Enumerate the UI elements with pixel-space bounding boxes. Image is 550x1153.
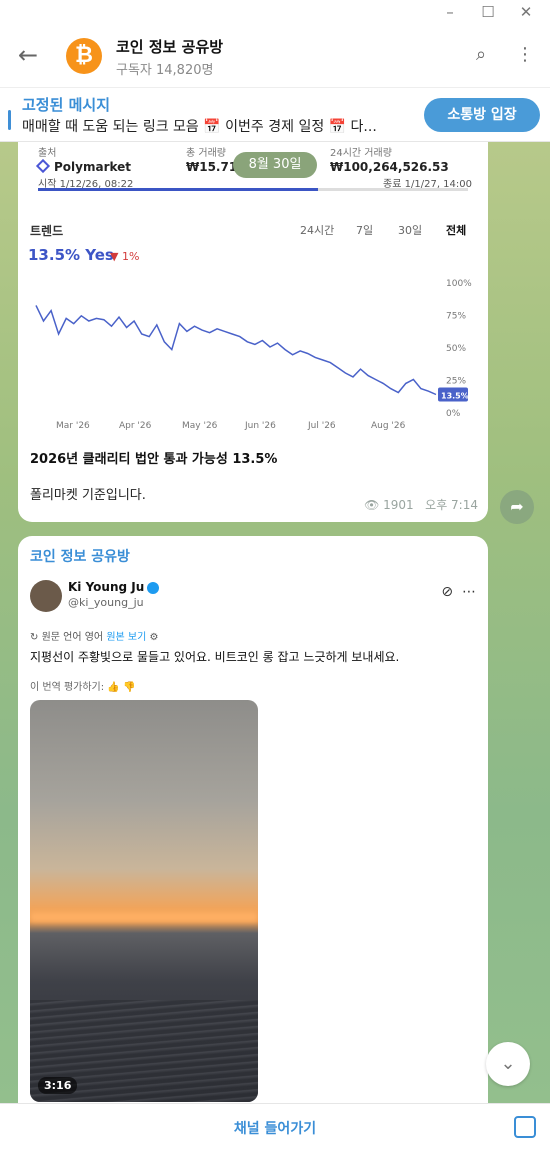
- pinned-message-bar[interactable]: 고정된 메시지 매매할 때 도움 되는 링크 모음 📅 이번주 경제 일정 📅 …: [0, 88, 550, 142]
- x-tick-label: May '26: [182, 421, 218, 431]
- x-tick-label: Aug '26: [371, 421, 406, 431]
- market-progress-bar: [38, 188, 468, 191]
- tweet-text: 지평선이 주황빛으로 물들고 있어요. 비트코인 롱 잡고 느긋하게 보내세요.: [30, 650, 400, 664]
- x-tick-label: Jun '26: [244, 421, 276, 431]
- window-chrome: – ☐ ✕: [0, 0, 550, 26]
- verified-icon: [147, 581, 160, 594]
- translate-label: 원문 언어 영어: [41, 632, 104, 643]
- date-pill: 8월 30일: [233, 152, 317, 178]
- bitcoin-icon[interactable]: ₿: [66, 38, 102, 74]
- chevron-down-icon[interactable]: ⌄: [486, 1042, 530, 1086]
- x-tick-label: Apr '26: [119, 421, 152, 431]
- y-tick-label: 75%: [446, 312, 466, 322]
- close-icon[interactable]: ✕: [516, 2, 536, 22]
- chat-area[interactable]: 출처 Polymarket 총 거래량 ₩15.71B 24시간 거래량 ₩10…: [0, 142, 550, 1103]
- arrow-left-icon[interactable]: ←: [18, 42, 38, 68]
- message-body: 폴리마켓 기준입니다.: [30, 488, 146, 503]
- line-chart: 100% 75% 50% 25% 0% Mar '26 Apr '26 May '26 Jun …: [35, 279, 472, 431]
- message-meta: 👁 1901 오후 7:14: [364, 496, 478, 513]
- pinned-title: 고정된 메시지: [22, 96, 111, 114]
- volume-24h-label: 24시간 거래량: [330, 148, 392, 159]
- gift-icon[interactable]: [514, 1116, 536, 1138]
- odds-value: 13.5% Yes: [28, 246, 114, 264]
- y-tick-label: 0%: [446, 409, 461, 419]
- volume-label: 총 거래량: [186, 148, 226, 159]
- pinned-text: 매매할 때 도움 되는 링크 모음 📅 이번주 경제 일정 📅 다...: [22, 119, 377, 135]
- source-label: 출처: [38, 148, 57, 159]
- y-tick-label: 100%: [446, 279, 472, 289]
- sunset-glow: [30, 912, 258, 922]
- video-duration: 3:16: [38, 1077, 78, 1094]
- source-value: Polymarket: [35, 158, 132, 174]
- join-channel-button[interactable]: 채널 들어가기: [0, 1118, 550, 1138]
- thumbs-up-icon[interactable]: 👍: [107, 682, 119, 693]
- views-count: 1901: [383, 498, 414, 512]
- author-name[interactable]: Ki Young Ju: [68, 580, 160, 594]
- tab-7d[interactable]: 7일: [356, 222, 373, 238]
- tab-24h[interactable]: 24시간: [300, 222, 334, 238]
- translate-icon: ↻: [30, 632, 39, 643]
- minimize-icon[interactable]: –: [440, 2, 460, 22]
- tweet-actions: ⊘ ⋯: [441, 584, 476, 600]
- join-chat-button[interactable]: 소통방 입장: [424, 98, 540, 132]
- odds-change: ▼ 1%: [110, 250, 140, 263]
- subscriber-count: 구독자 14,820명: [116, 63, 214, 78]
- channel-name[interactable]: 코인 정보 공유방: [30, 546, 130, 566]
- volume-24h-value: ₩100,264,526.53: [330, 160, 449, 174]
- avatar[interactable]: [30, 580, 62, 612]
- y-tick-label: 25%: [446, 377, 466, 387]
- more-horizontal-icon[interactable]: ⋯: [462, 584, 476, 600]
- rate-translation: 이 번역 평가하기: 👍 👎: [30, 678, 135, 693]
- page-title[interactable]: 코인 정보 공유방: [116, 36, 223, 57]
- rate-label: 이 번역 평가하기:: [30, 682, 105, 693]
- share-icon[interactable]: ➦: [500, 490, 534, 524]
- trend-label: 트렌드: [30, 224, 64, 238]
- pinned-indicator: [8, 110, 11, 130]
- x-tick-label: Mar '26: [56, 421, 90, 431]
- source-name: Polymarket: [54, 160, 132, 174]
- bottom-bar: 채널 들어가기: [0, 1103, 550, 1153]
- gear-icon[interactable]: ⚙: [150, 632, 159, 643]
- y-tick-label: 50%: [446, 344, 466, 354]
- search-icon[interactable]: ⌕: [476, 44, 486, 65]
- more-vertical-icon[interactable]: ⋮: [516, 44, 534, 65]
- tab-all[interactable]: 전체: [446, 222, 466, 238]
- last-value-label: 13.5%: [441, 391, 469, 400]
- market-progress-fill: [38, 188, 318, 191]
- grok-icon[interactable]: ⊘: [441, 584, 453, 600]
- series-line: [35, 305, 437, 396]
- message-title: 2026년 클래리티 법안 통과 가능성 13.5%: [30, 452, 278, 467]
- views-icon: 👁: [364, 498, 380, 512]
- author-name-text: Ki Young Ju: [68, 580, 145, 594]
- view-original-link[interactable]: 원본 보기: [106, 632, 146, 643]
- message-time: 오후 7:14: [425, 498, 478, 512]
- tab-30d[interactable]: 30일: [398, 222, 422, 238]
- translate-line: ↻ 원문 언어 영어 원본 보기 ⚙: [30, 628, 158, 643]
- polymarket-icon: [35, 158, 51, 174]
- chat-header: ← ₿ 코인 정보 공유방 구독자 14,820명 ⌕ ⋮: [0, 26, 550, 88]
- video-thumbnail[interactable]: 3:16: [30, 700, 258, 1102]
- author-handle[interactable]: @ki_young_ju: [68, 596, 144, 609]
- message-bubble[interactable]: 코인 정보 공유방 Ki Young Ju @ki_young_ju ⊘ ⋯ ↻…: [18, 536, 488, 1103]
- x-tick-label: Jul '26: [307, 421, 336, 431]
- message-bubble[interactable]: 출처 Polymarket 총 거래량 ₩15.71B 24시간 거래량 ₩10…: [18, 142, 488, 522]
- maximize-icon[interactable]: ☐: [478, 2, 498, 22]
- thumbs-down-icon[interactable]: 👎: [123, 682, 135, 693]
